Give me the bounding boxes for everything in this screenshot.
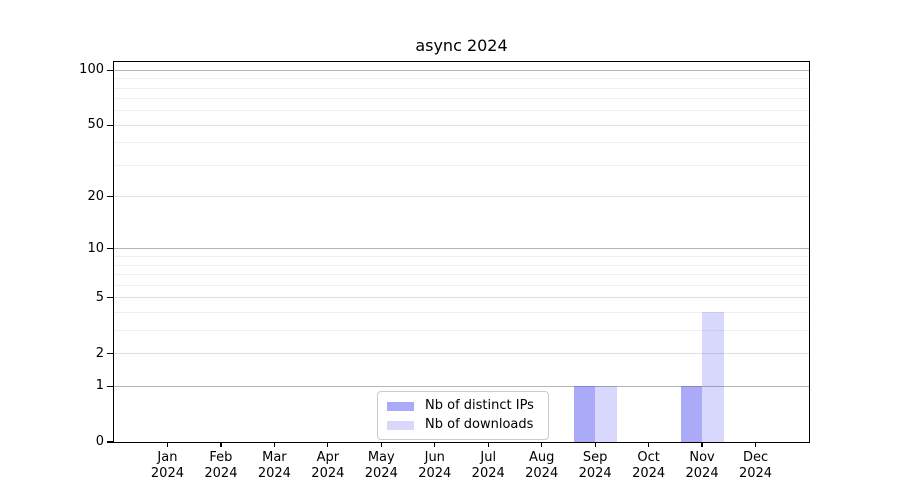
x-axis-tick bbox=[327, 442, 328, 447]
x-axis-tick bbox=[541, 442, 542, 447]
gridline-major bbox=[114, 125, 809, 126]
y-axis-tick bbox=[107, 248, 113, 249]
y-tick-label: 100 bbox=[0, 62, 104, 77]
x-tick-year: 2024 bbox=[724, 466, 788, 482]
y-tick-label: 20 bbox=[0, 189, 104, 204]
gridline-major bbox=[114, 70, 809, 71]
legend: Nb of distinct IPs Nb of downloads bbox=[377, 391, 549, 440]
legend-label-downloads: Nb of downloads bbox=[425, 418, 533, 432]
x-axis-tick bbox=[220, 442, 221, 447]
x-axis-tick bbox=[488, 442, 489, 447]
y-tick-label: 0 bbox=[0, 434, 104, 449]
x-axis-tick bbox=[167, 442, 168, 447]
y-axis-tick bbox=[107, 297, 113, 298]
gridline-major bbox=[114, 297, 809, 298]
gridline-minor bbox=[114, 256, 809, 257]
x-axis-tick bbox=[434, 442, 435, 447]
legend-item-downloads: Nb of downloads bbox=[387, 418, 540, 432]
x-tick-month: Dec bbox=[724, 450, 788, 466]
gridline-minor bbox=[114, 110, 809, 111]
x-tick-label: Dec2024 bbox=[724, 450, 788, 482]
legend-label-distinct-ips: Nb of distinct IPs bbox=[425, 399, 534, 413]
x-axis-tick bbox=[274, 442, 275, 447]
x-axis-tick bbox=[648, 442, 649, 447]
gridline-minor bbox=[114, 285, 809, 286]
x-axis-tick bbox=[755, 442, 756, 447]
y-tick-label: 2 bbox=[0, 346, 104, 361]
gridline-minor bbox=[114, 88, 809, 89]
gridline-major bbox=[114, 196, 809, 197]
x-axis-tick bbox=[595, 442, 596, 447]
bar-downloads bbox=[702, 312, 724, 442]
gridline-major bbox=[114, 248, 809, 249]
y-axis-tick bbox=[107, 196, 113, 197]
legend-swatch-downloads-icon bbox=[387, 421, 414, 430]
chart-figure: async 2024 Nb of distinct IPs Nb of down… bbox=[0, 0, 900, 500]
y-tick-label: 5 bbox=[0, 290, 104, 305]
x-axis-tick bbox=[701, 442, 702, 447]
x-axis-tick bbox=[381, 442, 382, 447]
legend-swatch-distinct-ips-icon bbox=[387, 402, 414, 411]
y-axis-tick bbox=[107, 125, 113, 126]
gridline-minor bbox=[114, 142, 809, 143]
y-tick-label: 10 bbox=[0, 241, 104, 256]
gridline-minor bbox=[114, 78, 809, 79]
gridline-minor bbox=[114, 274, 809, 275]
gridline-minor bbox=[114, 265, 809, 266]
y-axis-tick bbox=[107, 441, 113, 442]
y-tick-label: 50 bbox=[0, 117, 104, 132]
y-tick-label: 1 bbox=[0, 378, 104, 393]
bar-distinct-ips bbox=[681, 386, 703, 442]
y-axis-tick bbox=[107, 386, 113, 387]
y-axis-tick bbox=[107, 353, 113, 354]
gridline-minor bbox=[114, 165, 809, 166]
plot-area bbox=[113, 61, 810, 443]
bar-distinct-ips bbox=[574, 386, 596, 442]
gridline-minor bbox=[114, 98, 809, 99]
bar-downloads bbox=[595, 386, 617, 442]
chart-title: async 2024 bbox=[113, 36, 810, 55]
legend-item-distinct-ips: Nb of distinct IPs bbox=[387, 399, 540, 413]
y-axis-tick bbox=[107, 70, 113, 71]
